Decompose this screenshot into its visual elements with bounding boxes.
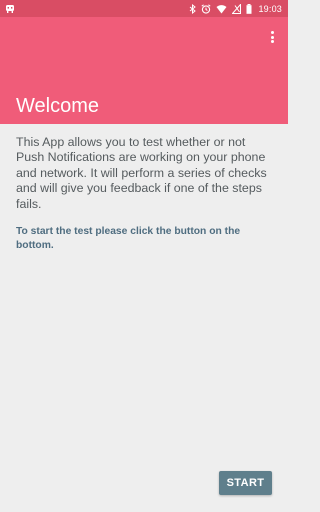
no-sim-icon xyxy=(232,3,242,14)
app-bar: Welcome xyxy=(0,17,288,124)
notification-app-icon xyxy=(5,4,15,14)
main-content: This App allows you to test whether or n… xyxy=(16,135,274,252)
alarm-icon xyxy=(201,3,211,14)
description-text: This App allows you to test whether or n… xyxy=(16,135,267,211)
status-left xyxy=(5,4,15,14)
more-vert-icon[interactable] xyxy=(267,29,277,45)
status-time: 19:03 xyxy=(258,3,282,14)
battery-icon xyxy=(246,3,252,14)
instruction-text: To start the test please click the butto… xyxy=(16,226,241,251)
start-button[interactable]: START xyxy=(219,471,272,495)
status-bar: 19:03 xyxy=(0,0,288,17)
status-right: 19:03 xyxy=(189,3,282,14)
page-title: Welcome xyxy=(16,95,99,117)
wifi-icon xyxy=(216,4,227,14)
bluetooth-icon xyxy=(189,3,197,14)
